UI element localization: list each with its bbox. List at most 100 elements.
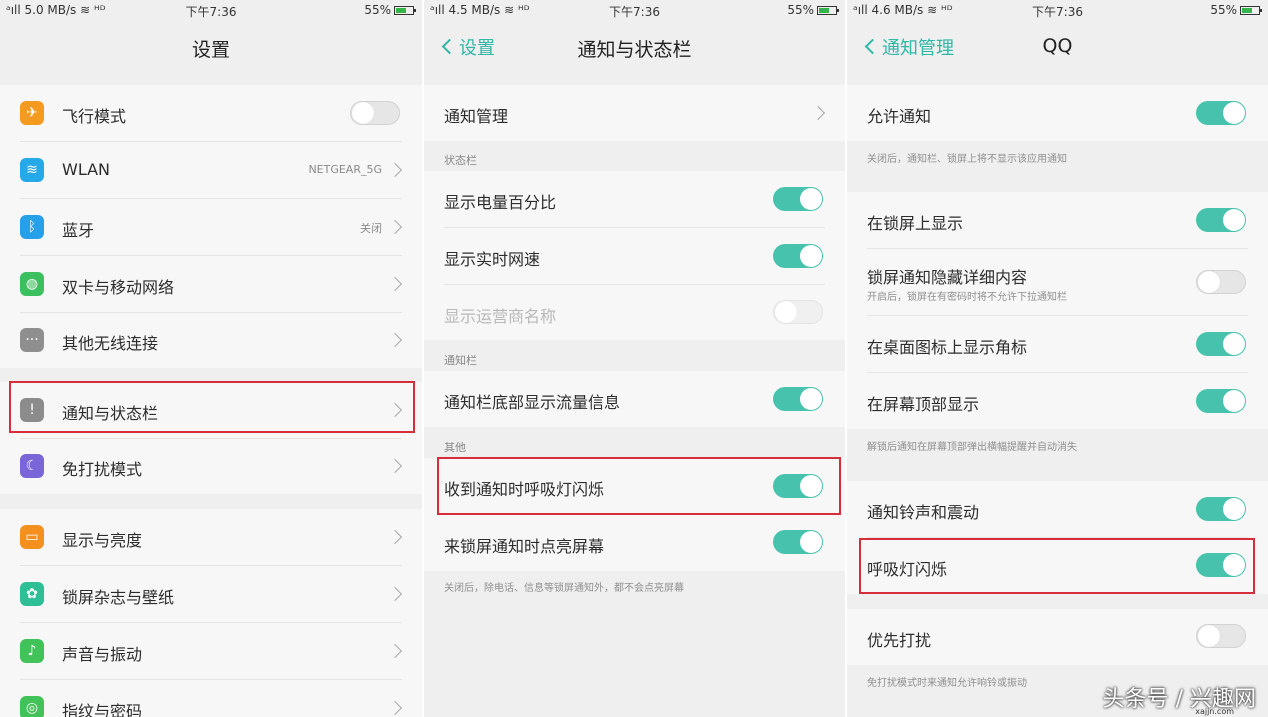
row-label: 显示运营商名称 [444, 307, 557, 326]
chevron-right-icon [810, 105, 826, 121]
highlight-box [9, 381, 415, 433]
battery-percent: 55% [787, 3, 814, 17]
more-icon: ··· [20, 328, 44, 352]
top-show-row[interactable]: 在屏幕顶部显示 [847, 373, 1268, 429]
settings-item-label: WLAN [62, 160, 111, 179]
chevron-right-icon [387, 529, 403, 545]
row-label: 通知栏底部显示流量信息 [444, 393, 621, 412]
realtime-speed-row[interactable]: 显示实时网速 [424, 228, 845, 285]
fingerprint-icon: ◎ [20, 696, 44, 717]
status-time: 下午7:36 [185, 5, 237, 19]
settings-item-display[interactable]: ▭ 显示与亮度 [0, 509, 422, 566]
lockscreen-show-row[interactable]: 在锁屏上显示 [847, 192, 1268, 249]
status-time: 下午7:36 [609, 5, 660, 19]
airplane-toggle[interactable] [350, 101, 400, 125]
notification-statusbar-panel: ᵃıll 4.5 MB/s ≋ ᴴᴰ 下午7:36 55% 设置 通知与状态栏 … [424, 0, 845, 717]
settings-item-fingerprint[interactable]: ◎ 指纹与密码 [0, 680, 422, 717]
qq-notification-panel: ᵃıll 4.6 MB/s ≋ ᴴᴰ 下午7:36 55% 通知管理 QQ 允许… [847, 0, 1268, 717]
watermark-url: xajjn.com [1195, 707, 1234, 716]
highlight-box [437, 457, 841, 515]
settings-item-label: 飞行模式 [62, 107, 127, 126]
ring-vibrate-row[interactable]: 通知铃声和震动 [847, 481, 1268, 538]
wake-screen-toggle[interactable] [773, 530, 823, 554]
traffic-info-toggle[interactable] [773, 387, 823, 411]
settings-item-wlan[interactable]: ≋ WLAN NETGEAR_5G [0, 142, 422, 199]
status-bar: ᵃıll 4.5 MB/s ≋ ᴴᴰ 下午7:36 55% [424, 0, 845, 22]
settings-item-dual-sim[interactable]: ◍ 双卡与移动网络 [0, 256, 422, 313]
settings-item-airplane[interactable]: ✈ 飞行模式 [0, 85, 422, 142]
battery-percent: 55% [1210, 3, 1237, 17]
title-bar: 通知管理 QQ [847, 22, 1268, 70]
section-header-statusbar: 状态栏 [444, 154, 477, 167]
row-label: 允许通知 [867, 107, 932, 126]
battery-icon [394, 6, 416, 15]
row-label: 在桌面图标上显示角标 [867, 338, 1028, 357]
battery-percent-toggle[interactable] [773, 187, 823, 211]
chevron-right-icon [387, 162, 403, 178]
hide-details-row[interactable]: 锁屏通知隐藏详细内容 开启后，锁屏在有密码时将不允许下拉通知栏 [847, 249, 1268, 316]
bluetooth-icon: ᛒ [20, 215, 44, 239]
battery-icon [817, 6, 839, 15]
chevron-right-icon [387, 643, 403, 659]
top-show-toggle[interactable] [1196, 389, 1246, 413]
wifi-icon: ≋ [20, 158, 44, 182]
status-bar: ᵃıll 5.0 MB/s ≋ ᴴᴰ 下午7:36 55% [0, 0, 422, 22]
status-battery: 55% [364, 3, 416, 17]
settings-item-bluetooth[interactable]: ᛒ 蓝牙 关闭 [0, 199, 422, 256]
row-label: 来锁屏通知时点亮屏幕 [444, 537, 605, 556]
row-label: 通知铃声和震动 [867, 503, 980, 522]
notification-manage-item[interactable]: 通知管理 [424, 85, 845, 141]
settings-item-other-wireless[interactable]: ··· 其他无线连接 [0, 313, 422, 368]
moon-icon: ☾ [20, 454, 44, 478]
title-bar: 设置 [0, 22, 422, 70]
row-label: 优先打扰 [867, 631, 932, 650]
page-title: 设置 [191, 39, 230, 61]
row-label: 锁屏通知隐藏详细内容 [867, 268, 1028, 287]
title-bar: 设置 通知与状态栏 [424, 22, 845, 70]
traffic-info-row[interactable]: 通知栏底部显示流量信息 [424, 371, 845, 427]
chevron-right-icon [387, 332, 403, 348]
hide-details-toggle[interactable] [1196, 270, 1246, 294]
chevron-right-icon [387, 458, 403, 474]
settings-item-lockscreen[interactable]: ✿ 锁屏杂志与壁纸 [0, 566, 422, 623]
wake-screen-note: 关闭后，除电话、信息等锁屏通知外，都不会点亮屏幕 [444, 583, 684, 594]
battery-percent-row[interactable]: 显示电量百分比 [424, 171, 845, 228]
status-battery: 55% [1210, 3, 1262, 17]
top-show-note: 解锁后通知在屏幕顶部弹出横幅提醒并自动消失 [867, 442, 1077, 453]
wlan-value: NETGEAR_5G [308, 163, 382, 176]
row-label: 通知管理 [444, 107, 509, 126]
display-icon: ▭ [20, 525, 44, 549]
row-label: 在屏幕顶部显示 [867, 395, 980, 414]
badge-toggle[interactable] [1196, 332, 1246, 356]
settings-item-label: 指纹与密码 [62, 702, 143, 717]
allow-notification-row[interactable]: 允许通知 [847, 85, 1268, 141]
section-header-notifbar: 通知栏 [444, 354, 477, 367]
ring-vibrate-toggle[interactable] [1196, 497, 1246, 521]
row-label: 显示实时网速 [444, 250, 541, 269]
battery-percent: 55% [364, 3, 391, 17]
page-title: QQ [1042, 35, 1073, 57]
priority-row[interactable]: 优先打扰 [847, 609, 1268, 665]
status-bar: ᵃıll 4.6 MB/s ≋ ᴴᴰ 下午7:36 55% [847, 0, 1268, 22]
chevron-right-icon [387, 700, 403, 716]
settings-panel: ᵃıll 5.0 MB/s ≋ ᴴᴰ 下午7:36 55% 设置 ✈ 飞行模式 … [0, 0, 422, 717]
settings-item-label: 蓝牙 [62, 221, 95, 240]
bluetooth-value: 关闭 [360, 222, 382, 235]
lockscreen-show-toggle[interactable] [1196, 208, 1246, 232]
priority-toggle[interactable] [1196, 624, 1246, 648]
allow-note: 关闭后，通知栏、锁屏上将不显示该应用通知 [867, 154, 1067, 165]
row-label: 显示电量百分比 [444, 193, 557, 212]
settings-item-sound[interactable]: ♪ 声音与振动 [0, 623, 422, 680]
speaker-icon: ♪ [20, 639, 44, 663]
badge-row[interactable]: 在桌面图标上显示角标 [847, 316, 1268, 373]
page-title: 通知与状态栏 [577, 39, 692, 61]
realtime-speed-toggle[interactable] [773, 244, 823, 268]
row-sublabel: 开启后，锁屏在有密码时将不允许下拉通知栏 [867, 292, 1067, 303]
settings-item-dnd[interactable]: ☾ 免打扰模式 [0, 439, 422, 494]
settings-item-label: 免打扰模式 [62, 460, 143, 479]
chevron-right-icon [387, 586, 403, 602]
allow-notification-toggle[interactable] [1196, 101, 1246, 125]
settings-item-label: 显示与亮度 [62, 531, 143, 550]
wake-screen-row[interactable]: 来锁屏通知时点亮屏幕 [424, 515, 845, 571]
status-time: 下午7:36 [1032, 5, 1083, 19]
